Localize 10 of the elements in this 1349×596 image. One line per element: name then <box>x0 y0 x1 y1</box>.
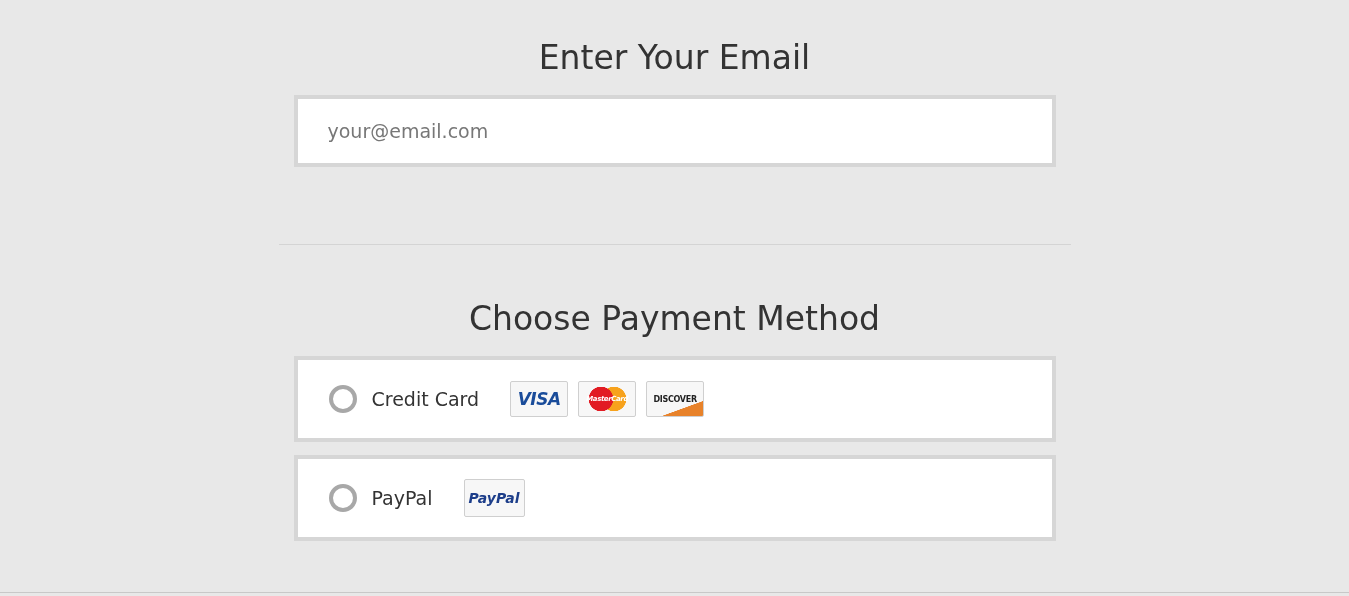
section-title: Enter Your Email <box>538 37 811 79</box>
card-logo: DISCOVER <box>646 381 705 417</box>
option-label: Credit Card <box>371 388 480 410</box>
option-label: PayPal <box>371 487 433 509</box>
radio-button[interactable] <box>328 484 357 512</box>
section-title: Choose Payment Method <box>468 298 881 340</box>
card-logo: VISA <box>510 381 569 417</box>
email-field[interactable]: your@email.com <box>293 95 1056 167</box>
payment-option[interactable]: PayPal PayPal <box>293 455 1056 541</box>
card-logo: PayPal <box>463 479 525 517</box>
